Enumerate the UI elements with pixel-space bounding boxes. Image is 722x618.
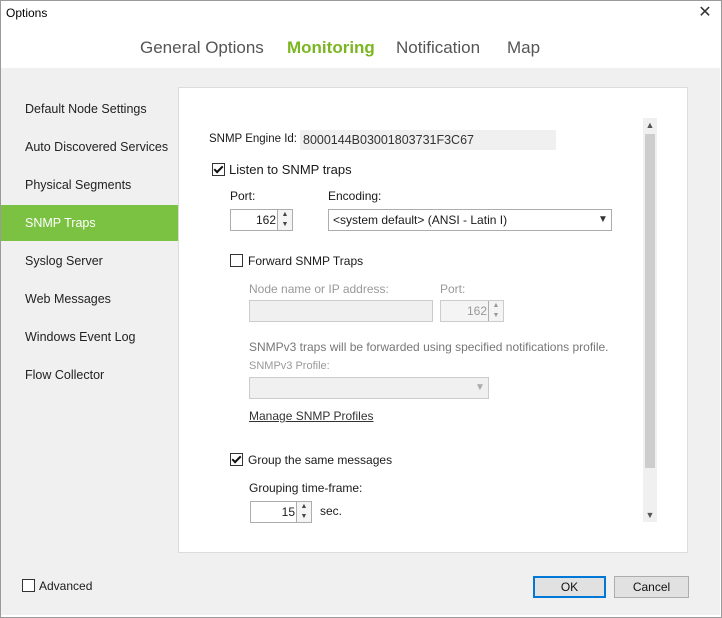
- listen-snmp-label[interactable]: Listen to SNMP traps: [229, 162, 352, 177]
- encoding-value: <system default> (ANSI - Latin I): [333, 213, 508, 227]
- chevron-up-icon[interactable]: ▲: [643, 118, 657, 132]
- sidebar-item-auto-discovered-services[interactable]: Auto Discovered Services: [1, 129, 178, 165]
- chevron-up-icon[interactable]: ▲: [278, 210, 292, 220]
- chevron-up-icon[interactable]: ▲: [489, 301, 503, 311]
- port-label: Port:: [230, 189, 256, 203]
- tab-general-options[interactable]: General Options: [140, 38, 264, 58]
- group-messages-label[interactable]: Group the same messages: [248, 453, 392, 467]
- encoding-label: Encoding:: [328, 189, 382, 203]
- forward-port-stepper[interactable]: 162 ▲ ▼: [440, 300, 504, 322]
- manage-snmp-profiles-link[interactable]: Manage SNMP Profiles: [249, 409, 374, 423]
- chevron-down-icon[interactable]: ▼: [489, 311, 503, 321]
- advanced-label[interactable]: Advanced: [39, 579, 92, 593]
- advanced-checkbox[interactable]: [22, 579, 35, 592]
- forward-traps-label[interactable]: Forward SNMP Traps: [248, 254, 363, 268]
- chevron-down-icon[interactable]: ▼: [643, 508, 657, 522]
- cancel-button[interactable]: Cancel: [614, 576, 689, 598]
- ok-button[interactable]: OK: [533, 576, 606, 598]
- grouping-timeframe-label: Grouping time-frame:: [249, 481, 363, 495]
- sidebar-item-snmp-traps[interactable]: SNMP Traps: [1, 205, 178, 241]
- snmpv3-note: SNMPv3 traps will be forwarded using spe…: [249, 340, 609, 354]
- forward-port-value: 162: [466, 304, 487, 318]
- node-address-input[interactable]: [249, 300, 433, 322]
- engine-id-value: 8000144B03001803731F3C67: [300, 130, 556, 150]
- close-icon[interactable]: ✕: [692, 2, 718, 24]
- window-title: Options: [6, 6, 48, 20]
- forward-port-label: Port:: [440, 282, 466, 296]
- sidebar-item-physical-segments[interactable]: Physical Segments: [1, 167, 178, 203]
- chevron-up-icon[interactable]: ▲: [297, 502, 311, 512]
- chevron-down-icon[interactable]: ▼: [472, 378, 488, 398]
- timeframe-unit: sec.: [320, 504, 343, 518]
- tab-notification[interactable]: Notification: [396, 38, 480, 58]
- chevron-down-icon[interactable]: ▼: [278, 220, 292, 230]
- port-value: 162: [255, 213, 276, 227]
- sidebar-item-windows-event-log[interactable]: Windows Event Log: [1, 319, 178, 355]
- snmpv3-profile-select[interactable]: ▼: [249, 377, 489, 399]
- node-address-label: Node name or IP address:: [249, 282, 389, 296]
- tab-map[interactable]: Map: [507, 38, 540, 58]
- grouping-timeframe-value: 15: [281, 505, 295, 519]
- chevron-down-icon[interactable]: ▼: [595, 210, 611, 230]
- encoding-select[interactable]: <system default> (ANSI - Latin I) ▼: [328, 209, 612, 231]
- scrollbar-thumb[interactable]: [645, 134, 655, 468]
- sidebar-item-flow-collector[interactable]: Flow Collector: [1, 357, 178, 393]
- engine-id-label: SNMP Engine Id:: [209, 133, 298, 145]
- port-stepper[interactable]: 162 ▲ ▼: [230, 209, 293, 231]
- sidebar-item-syslog-server[interactable]: Syslog Server: [1, 243, 178, 279]
- tab-monitoring[interactable]: Monitoring: [287, 38, 375, 58]
- chevron-down-icon[interactable]: ▼: [297, 512, 311, 522]
- snmpv3-profile-label: SNMPv3 Profile:: [249, 360, 330, 372]
- sidebar-item-default-node-settings[interactable]: Default Node Settings: [1, 91, 178, 127]
- sidebar-item-web-messages[interactable]: Web Messages: [1, 281, 178, 317]
- group-messages-checkbox[interactable]: [230, 453, 243, 466]
- forward-traps-checkbox[interactable]: [230, 254, 243, 267]
- grouping-timeframe-stepper[interactable]: 15 ▲ ▼: [250, 501, 312, 523]
- listen-snmp-checkbox[interactable]: [212, 163, 225, 176]
